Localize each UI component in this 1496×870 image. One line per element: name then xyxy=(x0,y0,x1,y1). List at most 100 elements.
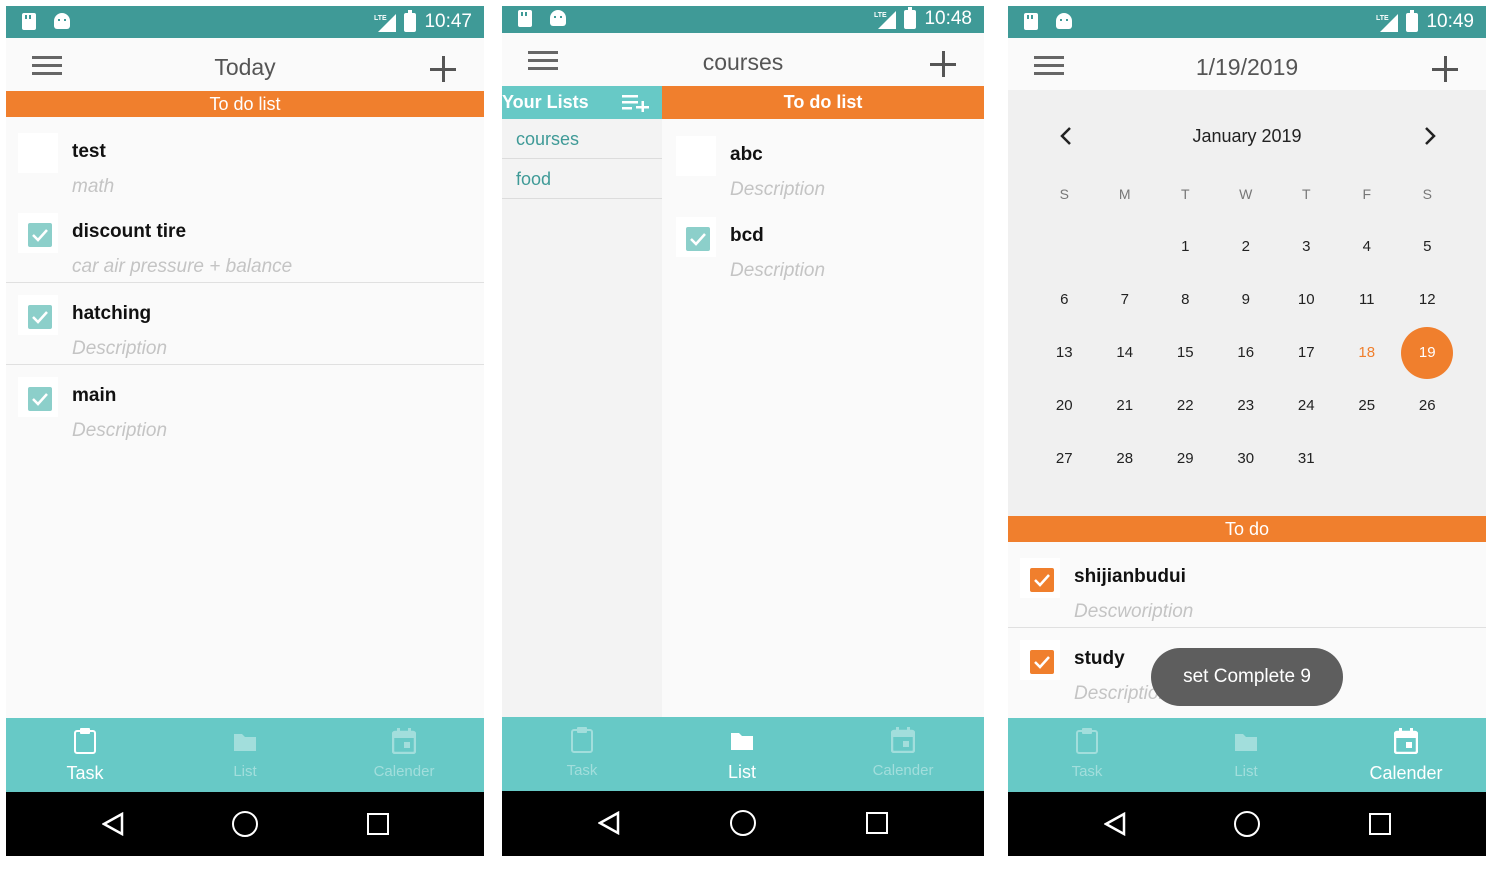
task-item[interactable]: hatching Description xyxy=(6,283,484,365)
task-checkbox[interactable] xyxy=(1020,640,1060,680)
plus-icon[interactable] xyxy=(1432,56,1458,82)
nav-list[interactable]: List xyxy=(170,718,320,792)
calendar-day[interactable]: 8 xyxy=(1155,286,1216,339)
system-navigation-bar xyxy=(6,792,484,856)
task-title: hatching xyxy=(72,303,152,324)
task-item[interactable]: shijianbudui Descwoription xyxy=(1008,546,1486,628)
recents-icon[interactable] xyxy=(866,812,888,834)
calendar-day[interactable]: 19 xyxy=(1397,327,1458,392)
calendar-day-number: 5 xyxy=(1423,238,1432,255)
back-icon[interactable] xyxy=(1104,812,1126,836)
nav-task[interactable]: Task xyxy=(10,718,160,792)
calendar-day[interactable]: 17 xyxy=(1276,339,1337,392)
folder-icon xyxy=(234,734,256,751)
calendar-day-number: 26 xyxy=(1418,397,1436,414)
calendar-day[interactable]: 27 xyxy=(1034,445,1095,498)
calendar-day[interactable]: 30 xyxy=(1216,445,1277,498)
task-checkbox[interactable] xyxy=(676,217,716,257)
task-title: study xyxy=(1074,648,1125,669)
app-bar: 1/19/2019 xyxy=(1008,38,1486,90)
calendar-day[interactable]: 16 xyxy=(1216,339,1277,392)
status-time: 10:48 xyxy=(924,8,972,29)
task-item[interactable]: test math xyxy=(6,121,484,203)
recents-icon[interactable] xyxy=(367,813,389,835)
task-description: Description xyxy=(72,338,168,359)
toast-message: set Complete 9 xyxy=(1151,648,1343,706)
home-icon[interactable] xyxy=(730,810,756,836)
task-checkbox[interactable] xyxy=(1020,558,1060,598)
calendar-day[interactable]: 31 xyxy=(1276,445,1337,498)
calendar-day[interactable]: 13 xyxy=(1034,339,1095,392)
calendar-day[interactable]: 28 xyxy=(1095,445,1156,498)
nav-list-label: List xyxy=(1234,763,1258,780)
calendar-day[interactable]: 25 xyxy=(1337,392,1398,445)
home-icon[interactable] xyxy=(1234,811,1260,837)
calendar-view: January 2019 SMTWTFS 1 2 3 4 5 6 7 8 9 10 11 12 13 14… xyxy=(1008,90,1486,516)
calendar-day[interactable]: 6 xyxy=(1034,286,1095,339)
calendar-day[interactable]: 2 xyxy=(1216,233,1277,286)
task-checkbox[interactable] xyxy=(676,136,716,176)
nav-calender[interactable]: Calender xyxy=(1331,718,1481,792)
list-item-courses[interactable]: courses xyxy=(502,119,662,159)
recents-icon[interactable] xyxy=(1369,813,1391,835)
sd-card-icon xyxy=(1024,13,1038,30)
playlist-add-icon[interactable] xyxy=(622,94,650,112)
task-item[interactable]: main Description xyxy=(6,365,484,447)
list-item-food[interactable]: food xyxy=(502,159,662,199)
section-header: To do list xyxy=(6,91,484,117)
calendar-day[interactable]: 26 xyxy=(1397,392,1458,445)
weekday-label: S xyxy=(1059,186,1069,202)
calendar-day[interactable]: 11 xyxy=(1337,286,1398,339)
calendar-day[interactable]: 29 xyxy=(1155,445,1216,498)
calendar-day[interactable]: 1 xyxy=(1155,233,1216,286)
nav-list[interactable]: List xyxy=(667,717,817,791)
calendar-day-number: 3 xyxy=(1302,238,1311,255)
calendar-day[interactable]: 21 xyxy=(1095,392,1156,445)
task-item[interactable]: abc Description xyxy=(664,124,984,206)
task-title: bcd xyxy=(730,225,764,246)
checkbox-check-icon xyxy=(1034,574,1050,587)
calendar-day[interactable]: 15 xyxy=(1155,339,1216,392)
calendar-day-number: 15 xyxy=(1176,344,1194,361)
calendar-day[interactable]: 20 xyxy=(1034,392,1095,445)
calendar-day-number: 25 xyxy=(1358,397,1376,414)
home-icon[interactable] xyxy=(232,811,258,837)
calendar-day-number: 20 xyxy=(1055,397,1073,414)
sd-card-icon xyxy=(518,10,532,27)
task-checkbox[interactable] xyxy=(18,377,58,417)
task-title: main xyxy=(72,385,117,406)
status-time: 10:47 xyxy=(424,11,472,32)
task-item[interactable]: bcd Description xyxy=(664,205,984,287)
calendar-day[interactable]: 3 xyxy=(1276,233,1337,286)
chevron-right-icon[interactable] xyxy=(1422,126,1438,146)
plus-icon[interactable] xyxy=(430,56,456,82)
nav-calender[interactable]: Calender xyxy=(329,718,479,792)
calendar-day[interactable]: 24 xyxy=(1276,392,1337,445)
task-item[interactable]: discount tire car air pressure + balance xyxy=(6,201,484,283)
nav-task[interactable]: Task xyxy=(507,717,657,791)
calendar-day[interactable]: 22 xyxy=(1155,392,1216,445)
back-icon[interactable] xyxy=(598,811,620,835)
back-icon[interactable] xyxy=(102,812,124,836)
calendar-empty-cell xyxy=(1397,445,1458,498)
calendar-day[interactable]: 10 xyxy=(1276,286,1337,339)
task-checkbox[interactable] xyxy=(18,213,58,253)
calendar-day-number: 22 xyxy=(1176,397,1194,414)
nav-calender[interactable]: Calender xyxy=(828,717,978,791)
calendar-day[interactable]: 23 xyxy=(1216,392,1277,445)
calendar-day[interactable]: 5 xyxy=(1397,233,1458,286)
calendar-day[interactable]: 14 xyxy=(1095,339,1156,392)
nav-list[interactable]: List xyxy=(1171,718,1321,792)
task-checkbox[interactable] xyxy=(18,295,58,335)
plus-icon[interactable] xyxy=(930,51,956,77)
weekday-label: F xyxy=(1362,186,1372,202)
calendar-day[interactable]: 7 xyxy=(1095,286,1156,339)
calendar-day[interactable]: 9 xyxy=(1216,286,1277,339)
calendar-day-number: 24 xyxy=(1297,397,1315,414)
calendar-day[interactable]: 4 xyxy=(1337,233,1398,286)
nav-task[interactable]: Task xyxy=(1012,718,1162,792)
status-time: 10:49 xyxy=(1426,11,1474,32)
task-checkbox[interactable] xyxy=(18,133,58,173)
calendar-day[interactable]: 18 xyxy=(1337,339,1398,392)
calendar-weekday-row: SMTWTFS xyxy=(1034,180,1486,233)
